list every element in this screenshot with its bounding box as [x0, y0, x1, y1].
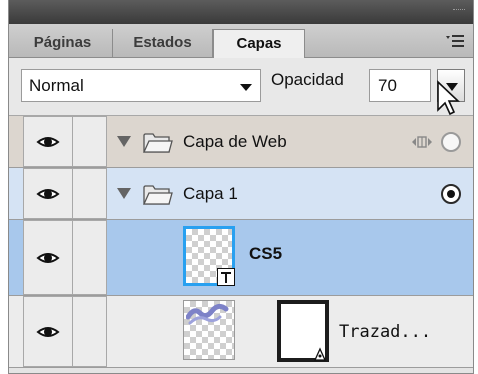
blend-mode-value: Normal [29, 76, 84, 95]
layer-name: Capa 1 [183, 184, 238, 203]
text-tool-icon [217, 268, 235, 286]
layer-target-radio[interactable] [441, 184, 461, 204]
layer-row-main: Capa 1 [107, 168, 473, 219]
object-thumbnail[interactable] [183, 300, 235, 360]
chevron-down-icon [240, 84, 252, 91]
visibility-toggle[interactable] [23, 168, 73, 219]
layer-row-capa-de-web[interactable]: Capa de Web [9, 116, 473, 168]
opacity-field[interactable]: 70 [369, 69, 431, 102]
folder-icon [143, 133, 173, 153]
layer-name: CS5 [249, 244, 283, 263]
lock-toggle[interactable] [73, 116, 107, 167]
eye-icon [36, 252, 60, 263]
layer-row-main: CS5 [107, 220, 473, 295]
layer-row-main: Trazad... [107, 296, 473, 367]
visibility-toggle[interactable] [23, 116, 73, 167]
blend-mode-select[interactable]: Normal [21, 69, 261, 102]
layer-row-main: Capa de Web [107, 116, 473, 167]
layer-row-capa-1[interactable]: Capa 1 [9, 168, 473, 220]
layer-name: Capa de Web [183, 132, 287, 151]
layer-target-radio[interactable] [441, 132, 461, 152]
lock-toggle[interactable] [73, 296, 107, 367]
share-icon [412, 136, 432, 148]
expand-arrow-icon[interactable] [117, 136, 131, 147]
folder-icon [143, 185, 173, 205]
layer-name: Trazad... [339, 322, 432, 342]
drag-grip-icon[interactable] [453, 9, 465, 11]
lock-toggle[interactable] [73, 168, 107, 219]
layer-row-cs5[interactable]: CS5 [9, 220, 473, 296]
layer-row-trazado[interactable]: Trazad... [9, 296, 473, 368]
visibility-toggle[interactable] [23, 220, 73, 295]
panel-menu-icon[interactable] [445, 33, 465, 49]
object-thumbnail[interactable] [183, 226, 235, 286]
opacity-label: Opacidad [271, 70, 344, 89]
eye-icon [36, 326, 60, 337]
eye-icon [36, 136, 60, 147]
tab-paginas[interactable]: Páginas [13, 29, 113, 58]
eye-icon [36, 188, 60, 199]
layers-panel: Páginas Estados Capas Normal Opacidad 70 [8, 0, 474, 374]
pen-tool-icon [313, 347, 327, 361]
opacity-slider-button[interactable] [437, 69, 465, 102]
chevron-down-icon [446, 83, 458, 91]
layer-controls: Normal Opacidad 70 [9, 58, 473, 116]
panel-title-bar[interactable] [9, 0, 473, 24]
brush-stroke-icon [186, 303, 229, 325]
expand-arrow-icon[interactable] [117, 188, 131, 199]
panel-tab-bar: Páginas Estados Capas [9, 24, 473, 59]
tab-estados[interactable]: Estados [113, 29, 213, 58]
lock-toggle[interactable] [73, 220, 107, 295]
vector-mask-thumbnail[interactable] [277, 300, 329, 362]
tab-capas[interactable]: Capas [213, 29, 305, 59]
visibility-toggle[interactable] [23, 296, 73, 367]
